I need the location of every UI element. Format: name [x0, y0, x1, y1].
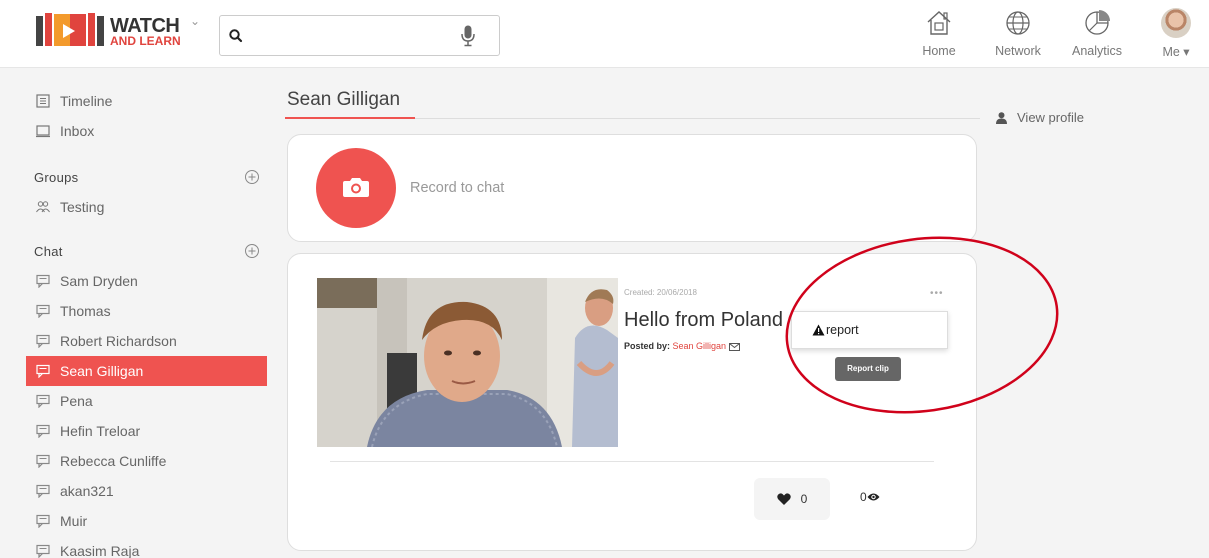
add-group-icon[interactable] [244, 169, 260, 185]
chat-icon [36, 394, 50, 408]
chat-icon [36, 454, 50, 468]
chat-list: Sam Dryden Thomas Robert Richardson Sean Gi… [26, 266, 271, 558]
envelope-icon[interactable] [728, 342, 740, 351]
groups-header: Groups [26, 162, 271, 192]
view-count: 0 [860, 490, 880, 504]
sidebar-item-chat[interactable]: Robert Richardson [26, 326, 271, 356]
chat-icon [36, 424, 50, 438]
microphone-icon[interactable] [461, 25, 475, 47]
menu-item-report-label: report [826, 323, 859, 337]
nav-me-label: Me ▾ [1162, 45, 1190, 59]
author-link[interactable]: Sean Gilligan [673, 341, 727, 351]
nav-me[interactable]: Me ▾ [1153, 8, 1199, 59]
sidebar-item-chat[interactable]: Rebecca Cunliffe [26, 446, 271, 476]
post-card: Created: 20/06/2018 Hello from Poland Po… [287, 253, 977, 551]
title-active-underline [285, 117, 415, 119]
chat-header: Chat [26, 236, 271, 266]
like-button[interactable]: 0 [754, 478, 830, 520]
posted-by-label: Posted by: [624, 341, 671, 351]
sidebar-item-label: Sam Dryden [60, 273, 138, 289]
timeline-icon [36, 94, 50, 108]
record-card: Record to chat [287, 134, 977, 242]
search-box[interactable] [219, 15, 500, 56]
sidebar-item-chat[interactable]: Hefin Treloar [26, 416, 271, 446]
like-count: 0 [800, 492, 808, 506]
camera-icon [343, 178, 369, 197]
search-input[interactable] [250, 24, 460, 48]
post-title: Hello from Poland [624, 309, 783, 331]
sidebar-item-label: Testing [60, 199, 105, 215]
video-frame-image [317, 278, 618, 447]
sidebar-item-label: Pena [60, 393, 93, 409]
record-to-chat-label[interactable]: Record to chat [410, 180, 504, 196]
record-button[interactable] [316, 148, 396, 228]
sidebar-item-label: Kaasim Raja [60, 543, 140, 558]
top-bar: WATCH AND LEARN ⌄ Home Network Analytics… [0, 0, 1209, 68]
sidebar-item-label: Inbox [60, 123, 95, 139]
groups-header-label: Groups [34, 169, 79, 185]
search-icon [229, 29, 243, 43]
avatar [1161, 8, 1191, 38]
sidebar-item-label: Muir [60, 513, 88, 529]
inbox-icon [36, 125, 50, 138]
sidebar-item-label: Sean Gilligan [60, 363, 144, 379]
heart-icon [776, 493, 791, 505]
view-count-value: 0 [860, 490, 867, 504]
sidebar-item-chat[interactable]: Sean Gilligan [26, 356, 267, 386]
view-profile-link[interactable]: View profile [996, 110, 1084, 125]
nav-home[interactable]: Home [914, 8, 964, 58]
logo-chevron-down-icon[interactable]: ⌄ [190, 14, 200, 28]
group-icon [36, 201, 50, 213]
sidebar-item-chat[interactable]: Kaasim Raja [26, 536, 271, 558]
user-icon [996, 111, 1007, 124]
chat-icon [36, 484, 50, 498]
more-options-button[interactable]: ••• [930, 288, 944, 299]
sidebar-item-label: Timeline [60, 93, 113, 109]
globe-icon [1006, 11, 1030, 35]
sidebar-item-label: Hefin Treloar [60, 423, 141, 439]
chat-icon [36, 364, 50, 378]
sidebar-item-label: Thomas [60, 303, 111, 319]
menu-item-report[interactable]: report [812, 323, 859, 337]
sidebar-item-chat[interactable]: akan321 [26, 476, 271, 506]
video-thumbnail[interactable] [317, 278, 618, 447]
nav-analytics-label: Analytics [1071, 44, 1123, 58]
nav-home-label: Home [922, 44, 956, 58]
posted-by: Posted by: Sean Gilligan [624, 341, 740, 351]
sidebar-item-chat[interactable]: Pena [26, 386, 271, 416]
post-options-menu: report [791, 311, 948, 349]
sidebar-item-chat[interactable]: Muir [26, 506, 271, 536]
page-title: Sean Gilligan [287, 89, 401, 110]
eye-icon [867, 493, 880, 501]
created-date: Created: 20/06/2018 [624, 288, 697, 297]
nav-network-label: Network [995, 44, 1041, 58]
sidebar-item-timeline[interactable]: Timeline [26, 86, 271, 116]
app-logo[interactable]: WATCH AND LEARN ⌄ [36, 10, 206, 54]
chat-icon [36, 514, 50, 528]
sidebar-item-inbox[interactable]: Inbox [26, 116, 271, 146]
add-chat-icon[interactable] [244, 243, 260, 259]
chat-icon [36, 334, 50, 348]
logo-mark-icon [36, 13, 104, 46]
sidebar-item-label: akan321 [60, 483, 114, 499]
sidebar: Timeline Inbox Groups Testing Chat Sam D… [26, 86, 271, 558]
chat-header-label: Chat [34, 243, 63, 259]
nav-network[interactable]: Network [988, 8, 1048, 58]
sidebar-item-label: Robert Richardson [60, 333, 177, 349]
sidebar-item-testing[interactable]: Testing [26, 192, 271, 222]
sidebar-item-chat[interactable]: Sam Dryden [26, 266, 271, 296]
sidebar-item-chat[interactable]: Thomas [26, 296, 271, 326]
post-divider [330, 461, 934, 462]
logo-text-and-learn: AND LEARN [110, 34, 181, 48]
warning-icon [812, 324, 825, 336]
view-profile-label: View profile [1017, 110, 1084, 125]
pie-chart-icon [1085, 10, 1110, 35]
home-icon [927, 11, 951, 35]
report-clip-tooltip: Report clip [835, 357, 901, 381]
nav-analytics[interactable]: Analytics [1064, 8, 1130, 58]
sidebar-item-label: Rebecca Cunliffe [60, 453, 167, 469]
chat-icon [36, 544, 50, 558]
chat-icon [36, 274, 50, 288]
chat-icon [36, 304, 50, 318]
